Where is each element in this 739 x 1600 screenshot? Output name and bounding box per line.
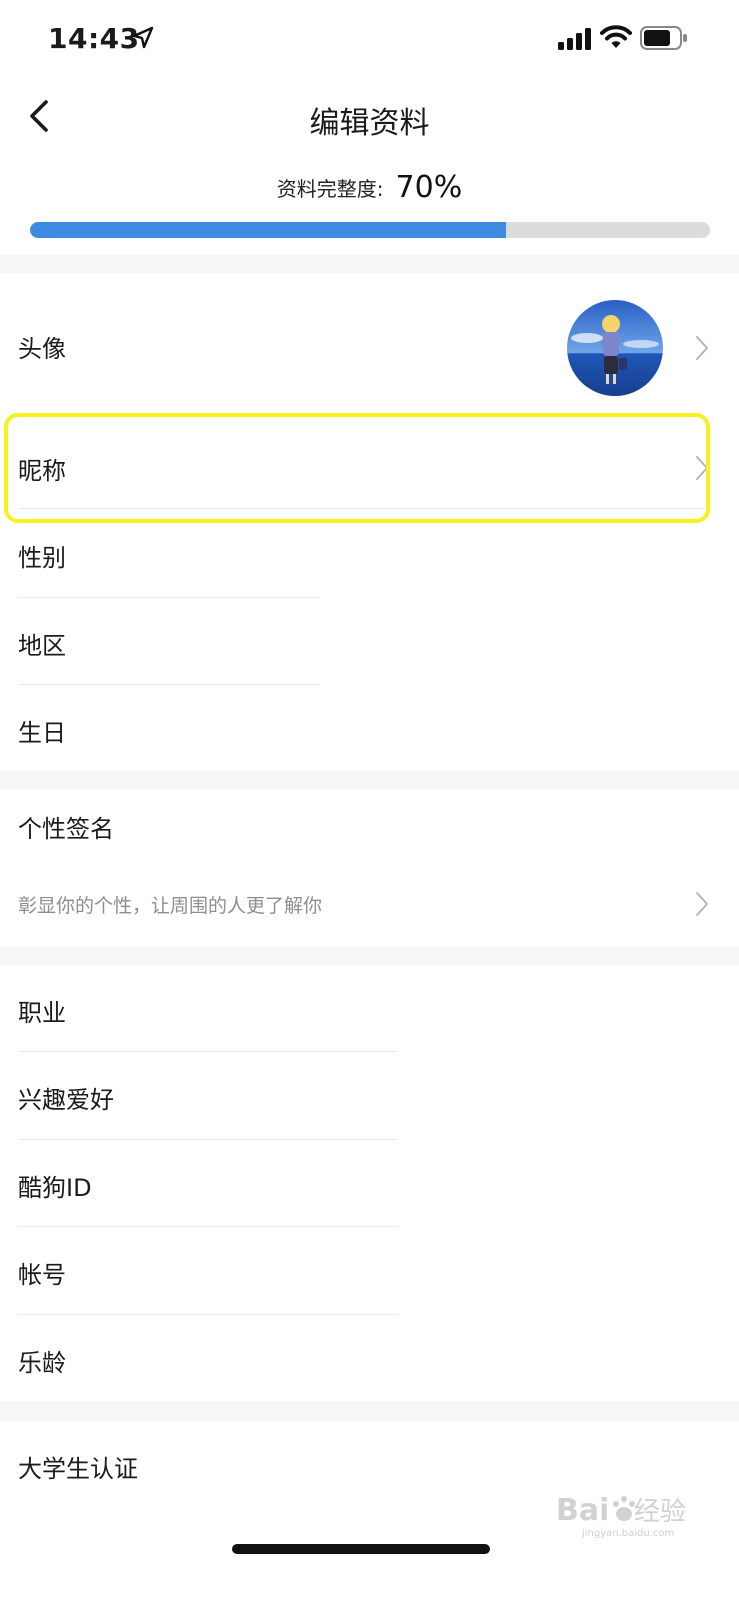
row-label-signature: 个性签名 (18, 815, 114, 843)
location-arrow-icon (132, 26, 154, 49)
page-title: 编辑资料 (309, 106, 430, 141)
completeness-progress-bar (30, 222, 710, 238)
row-hobbies[interactable]: 兴趣爱好 (0, 1052, 739, 1138)
row-label-nickname: 昵称 (18, 457, 66, 485)
row-birthday[interactable]: 生日 (0, 685, 739, 771)
avatar[interactable] (567, 300, 663, 396)
home-indicator[interactable] (232, 1544, 490, 1554)
row-account[interactable]: 帐号 (0, 1227, 739, 1313)
status-time: 14:43 (48, 22, 140, 55)
row-label-gender: 性别 (18, 544, 66, 572)
row-nickname[interactable]: 昵称 (0, 423, 739, 513)
chevron-right-icon (696, 456, 708, 480)
section-separator (0, 255, 739, 273)
row-label-birthday: 生日 (18, 719, 66, 747)
section-separator (0, 947, 739, 965)
battery-icon (640, 26, 687, 50)
completeness-value: 70% (395, 170, 463, 205)
row-label-region: 地区 (18, 632, 66, 660)
section-separator (0, 1401, 739, 1421)
row-signature: 个性签名 (0, 789, 739, 861)
wifi-icon (600, 25, 632, 48)
section-separator (0, 771, 739, 789)
row-label-avatar: 头像 (18, 335, 66, 363)
profile-completeness: 资料完整度: 70% (0, 170, 739, 205)
row-divider (18, 508, 706, 509)
svg-text:经验: 经验 (634, 1497, 686, 1527)
row-region[interactable]: 地区 (0, 598, 739, 684)
baidu-jingyan-watermark: Bai 经验 jingyan.baidu.com (556, 1493, 686, 1538)
row-label-occupation: 职业 (18, 999, 66, 1027)
row-label-hobbies: 兴趣爱好 (18, 1086, 114, 1114)
cellular-signal-icon (558, 28, 591, 50)
row-signature-input[interactable]: 彰显你的个性，让周围的人更了解你 (0, 861, 739, 947)
row-occupation[interactable]: 职业 (0, 965, 739, 1051)
completeness-progress-fill (30, 222, 506, 238)
completeness-label: 资料完整度: (276, 177, 384, 201)
row-kugou-id[interactable]: 酷狗ID (0, 1140, 739, 1226)
row-music-age[interactable]: 乐龄 (0, 1315, 739, 1401)
row-label-kugou-id: 酷狗ID (18, 1174, 92, 1202)
svg-text:Bai: Bai (556, 1493, 609, 1528)
chevron-right-icon (696, 892, 708, 916)
chevron-right-icon (696, 336, 708, 360)
row-label-music-age: 乐龄 (18, 1349, 66, 1377)
row-gender[interactable]: 性别 (0, 512, 739, 598)
row-label-account: 帐号 (18, 1261, 66, 1289)
signature-placeholder: 彰显你的个性，让周围的人更了解你 (18, 895, 323, 917)
row-label-student-cert: 大学生认证 (18, 1455, 138, 1483)
svg-text:jingyan.baidu.com: jingyan.baidu.com (581, 1528, 674, 1538)
